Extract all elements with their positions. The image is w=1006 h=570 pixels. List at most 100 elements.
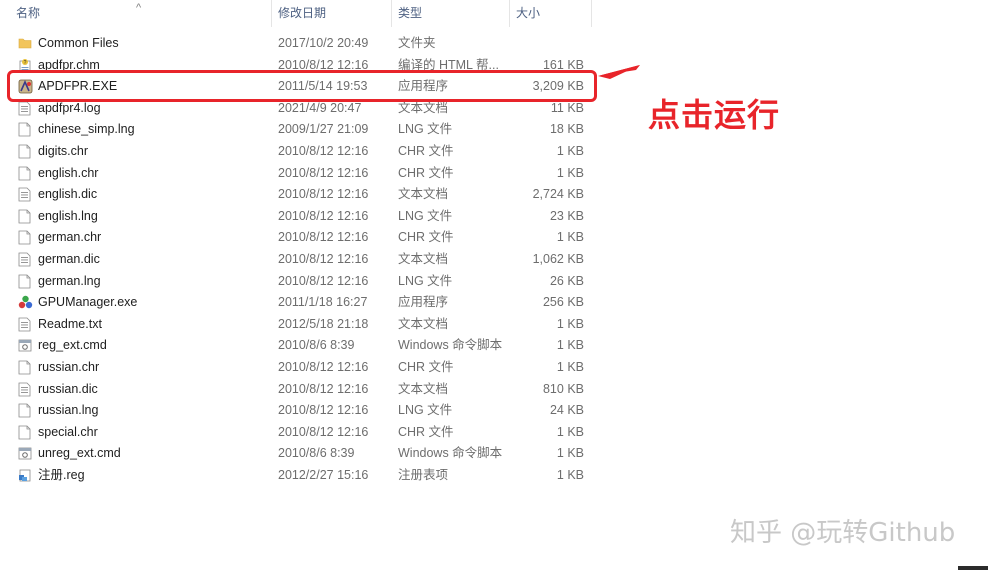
file-type: LNG 文件 (398, 403, 453, 418)
file-size: 1 KB (556, 165, 584, 180)
file-type: CHR 文件 (398, 165, 454, 180)
file-size: 810 KB (542, 381, 584, 396)
table-row[interactable]: GPUManager.exe 2011/1/18 16:27 应用程序 256 KB (0, 292, 600, 314)
blank-file-icon (18, 206, 32, 228)
corner-mark (958, 566, 988, 570)
app-icon (18, 76, 33, 98)
file-type: Windows 命令脚本 (398, 338, 503, 353)
file-name: german.lng (38, 273, 101, 288)
file-size: 2,724 KB (532, 187, 584, 202)
file-date: 2010/8/12 12:16 (278, 143, 369, 158)
file-size: 1 KB (556, 446, 584, 461)
file-name: german.dic (38, 251, 100, 266)
gpu-app-icon (18, 292, 33, 314)
file-size: 1 KB (556, 143, 584, 158)
file-date: 2010/8/12 12:16 (278, 251, 369, 266)
table-row[interactable]: unreg_ext.cmd 2010/8/6 8:39 Windows 命令脚本 1 … (0, 443, 600, 465)
table-row[interactable]: english.lng 2010/8/12 12:16 LNG 文件 23 KB (0, 206, 600, 228)
blank-file-icon (18, 357, 32, 379)
column-header-type-label: 类型 (398, 6, 423, 20)
file-type: Windows 命令脚本 (398, 446, 503, 461)
file-size: 161 KB (542, 57, 584, 72)
file-name: english.dic (38, 187, 98, 202)
file-date: 2010/8/12 12:16 (278, 208, 369, 223)
file-name: GPUManager.exe (38, 295, 138, 310)
table-row[interactable]: APDFPR.EXE 2011/5/14 19:53 应用程序 3,209 KB (0, 76, 600, 98)
registry-file-icon (18, 465, 32, 487)
text-file-icon (18, 184, 32, 206)
blank-file-icon (18, 119, 32, 141)
file-name: apdfpr4.log (38, 100, 101, 115)
file-type: LNG 文件 (398, 122, 453, 137)
column-header-name-label: 名称 (16, 6, 41, 20)
watermark-text: 知乎 @玩转Github (730, 518, 956, 548)
sort-ascending-icon: ^ (136, 2, 142, 14)
table-row[interactable]: Readme.txt 2012/5/18 21:18 文本文档 1 KB (0, 314, 600, 336)
text-file-icon (18, 314, 32, 336)
file-name: chinese_simp.lng (38, 122, 135, 137)
file-size: 11 KB (550, 100, 584, 115)
file-size: 1,062 KB (532, 251, 584, 266)
file-type: 文本文档 (398, 381, 449, 396)
table-row[interactable]: Common Files 2017/10/2 20:49 文件夹 (0, 33, 600, 55)
blank-file-icon (18, 271, 32, 293)
table-row[interactable]: russian.dic 2010/8/12 12:16 文本文档 810 KB (0, 379, 600, 401)
file-type: LNG 文件 (398, 208, 453, 223)
table-row[interactable]: russian.lng 2010/8/12 12:16 LNG 文件 24 KB (0, 400, 600, 422)
table-row[interactable]: special.chr 2010/8/12 12:16 CHR 文件 1 KB (0, 422, 600, 444)
table-row[interactable]: russian.chr 2010/8/12 12:16 CHR 文件 1 KB (0, 357, 600, 379)
file-name: german.chr (38, 230, 102, 245)
file-type: CHR 文件 (398, 230, 454, 245)
column-header-size[interactable]: 大小 (510, 0, 592, 27)
file-date: 2017/10/2 20:49 (278, 36, 369, 50)
table-row[interactable]: reg_ext.cmd 2010/8/6 8:39 Windows 命令脚本 1 KB (0, 335, 600, 357)
table-row[interactable]: apdfpr4.log 2021/4/9 20:47 文本文档 11 KB (0, 98, 600, 120)
file-name: unreg_ext.cmd (38, 446, 121, 461)
file-size: 24 KB (549, 403, 584, 418)
column-header-type[interactable]: 类型 (392, 0, 510, 27)
table-row[interactable]: english.dic 2010/8/12 12:16 文本文档 2,724 KB (0, 184, 600, 206)
file-date: 2010/8/12 12:16 (278, 230, 369, 245)
column-header-date[interactable]: 修改日期 (272, 0, 392, 27)
file-type: 文件夹 (398, 36, 436, 50)
table-row[interactable]: german.chr 2010/8/12 12:16 CHR 文件 1 KB (0, 227, 600, 249)
column-header-name[interactable]: 名称 ^ (0, 0, 272, 27)
text-file-icon (18, 249, 32, 271)
file-date: 2010/8/12 12:16 (278, 381, 369, 396)
file-date: 2009/1/27 21:09 (278, 122, 369, 137)
file-type: 编译的 HTML 帮... (398, 57, 499, 72)
help-file-icon: ? (18, 55, 32, 77)
file-type: 文本文档 (398, 251, 449, 266)
file-type: 文本文档 (398, 187, 449, 202)
file-name: reg_ext.cmd (38, 338, 107, 353)
file-size: 1 KB (556, 316, 584, 331)
text-file-icon (18, 379, 32, 401)
file-type: 注册表项 (398, 467, 449, 482)
annotation-text: 点击运行 (648, 96, 781, 134)
file-type: 应用程序 (398, 79, 449, 94)
file-date: 2010/8/12 12:16 (278, 403, 369, 418)
file-type: LNG 文件 (398, 273, 453, 288)
blank-file-icon (18, 227, 32, 249)
cmd-file-icon (18, 335, 32, 357)
file-date: 2012/5/18 21:18 (278, 316, 369, 331)
file-date: 2012/2/27 15:16 (278, 467, 369, 482)
file-date: 2010/8/12 12:16 (278, 424, 369, 439)
table-row[interactable]: ? apdfpr.chm 2010/8/12 12:16 编译的 HTML 帮... 1… (0, 55, 600, 77)
table-row[interactable]: english.chr 2010/8/12 12:16 CHR 文件 1 KB (0, 163, 600, 185)
table-row[interactable]: german.lng 2010/8/12 12:16 LNG 文件 26 KB (0, 271, 600, 293)
file-type: CHR 文件 (398, 359, 454, 374)
table-row[interactable]: 注册.reg 2012/2/27 15:16 注册表项 1 KB (0, 465, 600, 487)
file-name: russian.dic (38, 381, 98, 396)
file-size: 26 KB (549, 273, 584, 288)
table-row[interactable]: chinese_simp.lng 2009/1/27 21:09 LNG 文件 18 … (0, 119, 600, 141)
blank-file-icon (18, 400, 32, 422)
file-name: apdfpr.chm (38, 57, 100, 72)
folder-icon (18, 33, 32, 55)
file-size: 1 KB (556, 359, 584, 374)
table-row[interactable]: german.dic 2010/8/12 12:16 文本文档 1,062 KB (0, 249, 600, 271)
table-row[interactable]: digits.chr 2010/8/12 12:16 CHR 文件 1 KB (0, 141, 600, 163)
file-name: Common Files (38, 36, 119, 50)
file-explorer-view: 名称 ^ 修改日期 类型 大小 Common Files 2017/10/2 20… (0, 0, 1006, 570)
file-type: CHR 文件 (398, 424, 454, 439)
